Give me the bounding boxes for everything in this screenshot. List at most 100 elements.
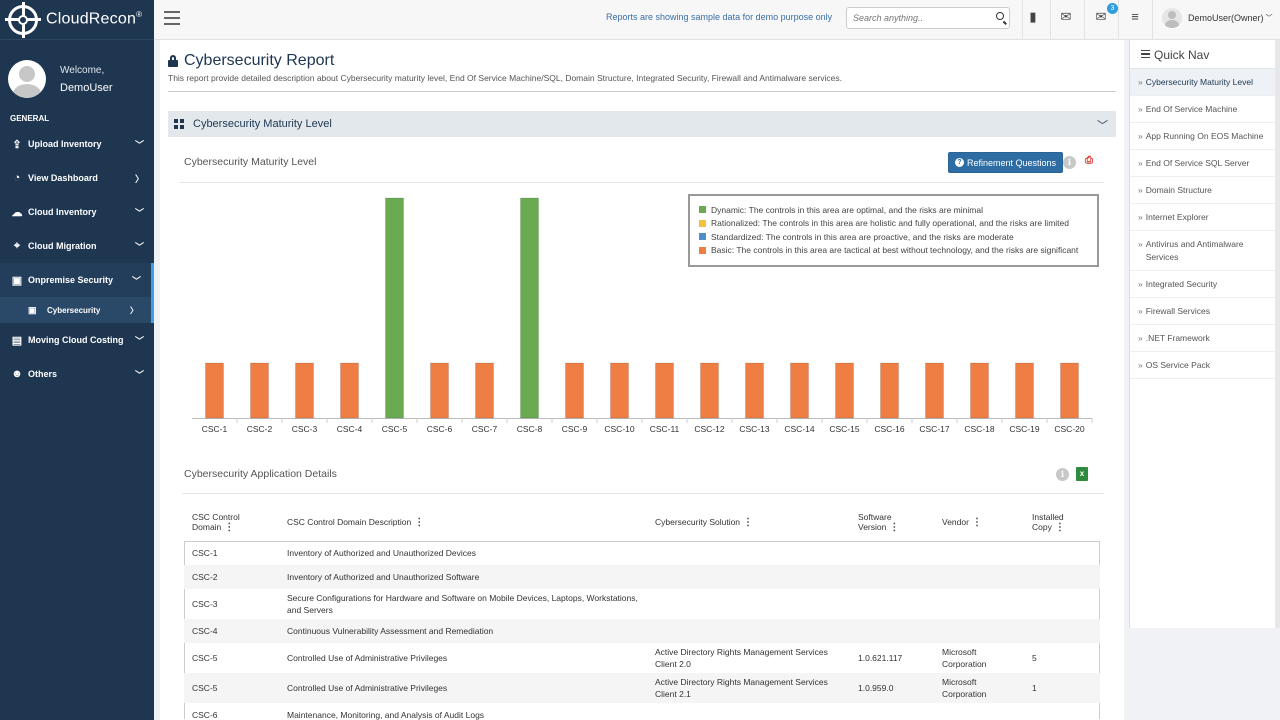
sidebar-item-onpremise-security[interactable]: ▣ Onpremise Security ﹀ [0, 263, 154, 297]
bar-csc-7[interactable] [475, 362, 494, 419]
table-cell: CSC-3 [192, 599, 218, 609]
sidebar-item-label: Others [28, 369, 58, 379]
quick-nav-item[interactable]: » .NET Framework [1130, 325, 1275, 352]
bar-csc-8[interactable] [520, 197, 539, 419]
quick-nav-item[interactable]: » Domain Structure [1130, 177, 1275, 204]
sidebar-item-cloud-inventory[interactable]: ☁ Cloud Inventory ﹀ [0, 195, 154, 229]
bar-csc-14[interactable] [790, 362, 809, 419]
info-icon[interactable]: i [1063, 156, 1076, 169]
user-menu[interactable]: DemoUser(Owner) ﹀ [1162, 8, 1273, 28]
column-menu-icon[interactable]: ⋮ [1055, 522, 1065, 533]
refinement-questions-button[interactable]: ? Refinement Questions [948, 152, 1064, 173]
bar-csc-4[interactable] [340, 362, 359, 419]
bar-csc-11[interactable] [655, 362, 674, 419]
quick-nav-item[interactable]: » Firewall Services [1130, 298, 1275, 325]
bar-csc-10[interactable] [610, 362, 629, 419]
table-row[interactable]: CSC-4 Continuous Vulnerability Assessment… [184, 619, 1100, 643]
double-chevron-icon: » [1138, 131, 1143, 141]
sidebar-item-moving-cloud-costing[interactable]: ▤ Moving Cloud Costing ﹀ [0, 323, 154, 357]
pdf-export-icon[interactable]: ⎙ [1083, 155, 1095, 169]
table-row[interactable]: CSC-2 Inventory of Authorized and Unautho… [184, 565, 1100, 589]
quick-nav-item[interactable]: » OS Service Pack [1130, 352, 1275, 379]
bar-csc-17[interactable] [925, 362, 944, 419]
search-box[interactable] [846, 7, 1010, 29]
bar-csc-18[interactable] [970, 362, 989, 419]
bar-csc-15[interactable] [835, 362, 854, 419]
bar-csc-16[interactable] [880, 362, 899, 419]
bar-csc-12[interactable] [700, 362, 719, 419]
search-input[interactable] [847, 8, 987, 28]
book-icon[interactable]: ▮ [1024, 9, 1042, 27]
table-cell: CSC-5 [192, 653, 218, 663]
column-header[interactable]: Installed Copy ⋮ [1024, 505, 1100, 542]
bar-csc-1[interactable] [205, 362, 224, 419]
bar-csc-19[interactable] [1015, 362, 1034, 419]
notification-badge: 3 [1107, 3, 1118, 14]
column-menu-icon[interactable]: ⋮ [414, 517, 424, 528]
sidebar-item-label: Moving Cloud Costing [28, 335, 124, 345]
table-row[interactable]: CSC-6 Maintenance, Monitoring, and Analys… [184, 703, 1100, 720]
search-icon[interactable] [996, 12, 1004, 20]
bar-csc-2[interactable] [250, 362, 269, 419]
column-header[interactable]: Software Version ⋮ [850, 505, 934, 542]
chevron-down-icon: ﹀ [1265, 15, 1273, 22]
chevron-down-icon[interactable]: ﹀ [1097, 117, 1108, 133]
x-tick-label: CSC-16 [874, 424, 905, 434]
scrollbar[interactable] [1275, 40, 1280, 628]
double-chevron-icon: » [1138, 306, 1143, 316]
bar-csc-20[interactable] [1060, 362, 1079, 419]
quick-nav-item[interactable]: » End Of Service SQL Server [1130, 150, 1275, 177]
grid-icon [174, 119, 184, 129]
bar-csc-13[interactable] [745, 362, 764, 419]
chat-icon[interactable]: ✉ [1057, 9, 1075, 27]
bar-csc-5[interactable] [385, 197, 404, 419]
quick-nav-item[interactable]: » App Running On EOS Machine [1130, 123, 1275, 150]
mail-icon[interactable]: ✉ 3 [1092, 3, 1118, 27]
top-bar: Reports are showing sample data for demo… [154, 0, 1280, 40]
money-icon: ▤ [11, 334, 23, 347]
double-chevron-icon: » [1138, 104, 1143, 114]
bar-csc-6[interactable] [430, 362, 449, 419]
column-header[interactable]: CSC Control Domain Description ⋮ [279, 505, 647, 542]
column-menu-icon[interactable]: ⋮ [972, 517, 982, 528]
quick-nav-item[interactable]: » Internet Explorer [1130, 204, 1275, 231]
table-cell [934, 565, 1024, 589]
column-menu-icon[interactable]: ⋮ [224, 522, 234, 533]
column-menu-icon[interactable]: ⋮ [889, 522, 899, 533]
column-header[interactable]: Vendor ⋮ [934, 505, 1024, 542]
column-header[interactable]: Cybersecurity Solution ⋮ [647, 505, 850, 542]
column-header[interactable]: CSC Control Domain ⋮ [184, 505, 279, 542]
sidebar-item-view-dashboard[interactable]: ◔ View Dashboard 〉 [0, 161, 154, 195]
sidebar-item-others[interactable]: ☻ Others ﹀ [0, 357, 154, 391]
double-chevron-icon: » [1138, 212, 1143, 222]
quick-nav-item[interactable]: » Antivirus and Antimalware Services [1130, 231, 1275, 271]
upload-icon: ⇪ [12, 138, 22, 151]
sidebar-item-upload-inventory[interactable]: ⇪ Upload Inventory ﹀ [0, 127, 154, 161]
quick-nav-item[interactable]: » Cybersecurity Maturity Level [1130, 69, 1275, 96]
x-tick-label: CSC-3 [292, 424, 318, 434]
hamburger-menu-icon[interactable] [164, 11, 180, 25]
page-title-text: Cybersecurity Report [184, 52, 335, 69]
table-row[interactable]: CSC-5 Controlled Use of Administrative Pr… [184, 673, 1100, 703]
menu-icon[interactable]: ≡ [1126, 9, 1144, 27]
table-row[interactable]: CSC-1 Inventory of Authorized and Unautho… [184, 541, 1100, 565]
table-cell: 1 [1024, 673, 1100, 703]
profile-username: DemoUser [60, 81, 113, 94]
quick-nav-header: Quick Nav [1130, 42, 1275, 69]
quick-nav-item[interactable]: » End Of Service Machine [1130, 96, 1275, 123]
legend-label: Dynamic: The controls in this area are o… [711, 204, 983, 215]
double-chevron-icon: » [1138, 158, 1143, 168]
column-menu-icon[interactable]: ⋮ [743, 517, 753, 528]
quick-nav-item[interactable]: » Integrated Security [1130, 271, 1275, 298]
sidebar-subitem-cybersecurity[interactable]: ▣ Cybersecurity 〉 [0, 297, 154, 323]
cloud-icon: ☁ [11, 206, 23, 219]
sidebar-item-cloud-migration[interactable]: ⌖ Cloud Migration ﹀ [0, 229, 154, 263]
bar-csc-9[interactable] [565, 362, 584, 419]
info-icon[interactable]: i [1056, 468, 1069, 481]
section-header-maturity[interactable]: Cybersecurity Maturity Level ﹀ [168, 111, 1116, 137]
brand-logo[interactable]: CloudRecon® [0, 0, 154, 40]
excel-export-icon[interactable]: x [1076, 467, 1088, 481]
table-row[interactable]: CSC-3 Secure Configurations for Hardware … [184, 589, 1100, 619]
table-row[interactable]: CSC-5 Controlled Use of Administrative Pr… [184, 643, 1100, 673]
bar-csc-3[interactable] [295, 362, 314, 419]
